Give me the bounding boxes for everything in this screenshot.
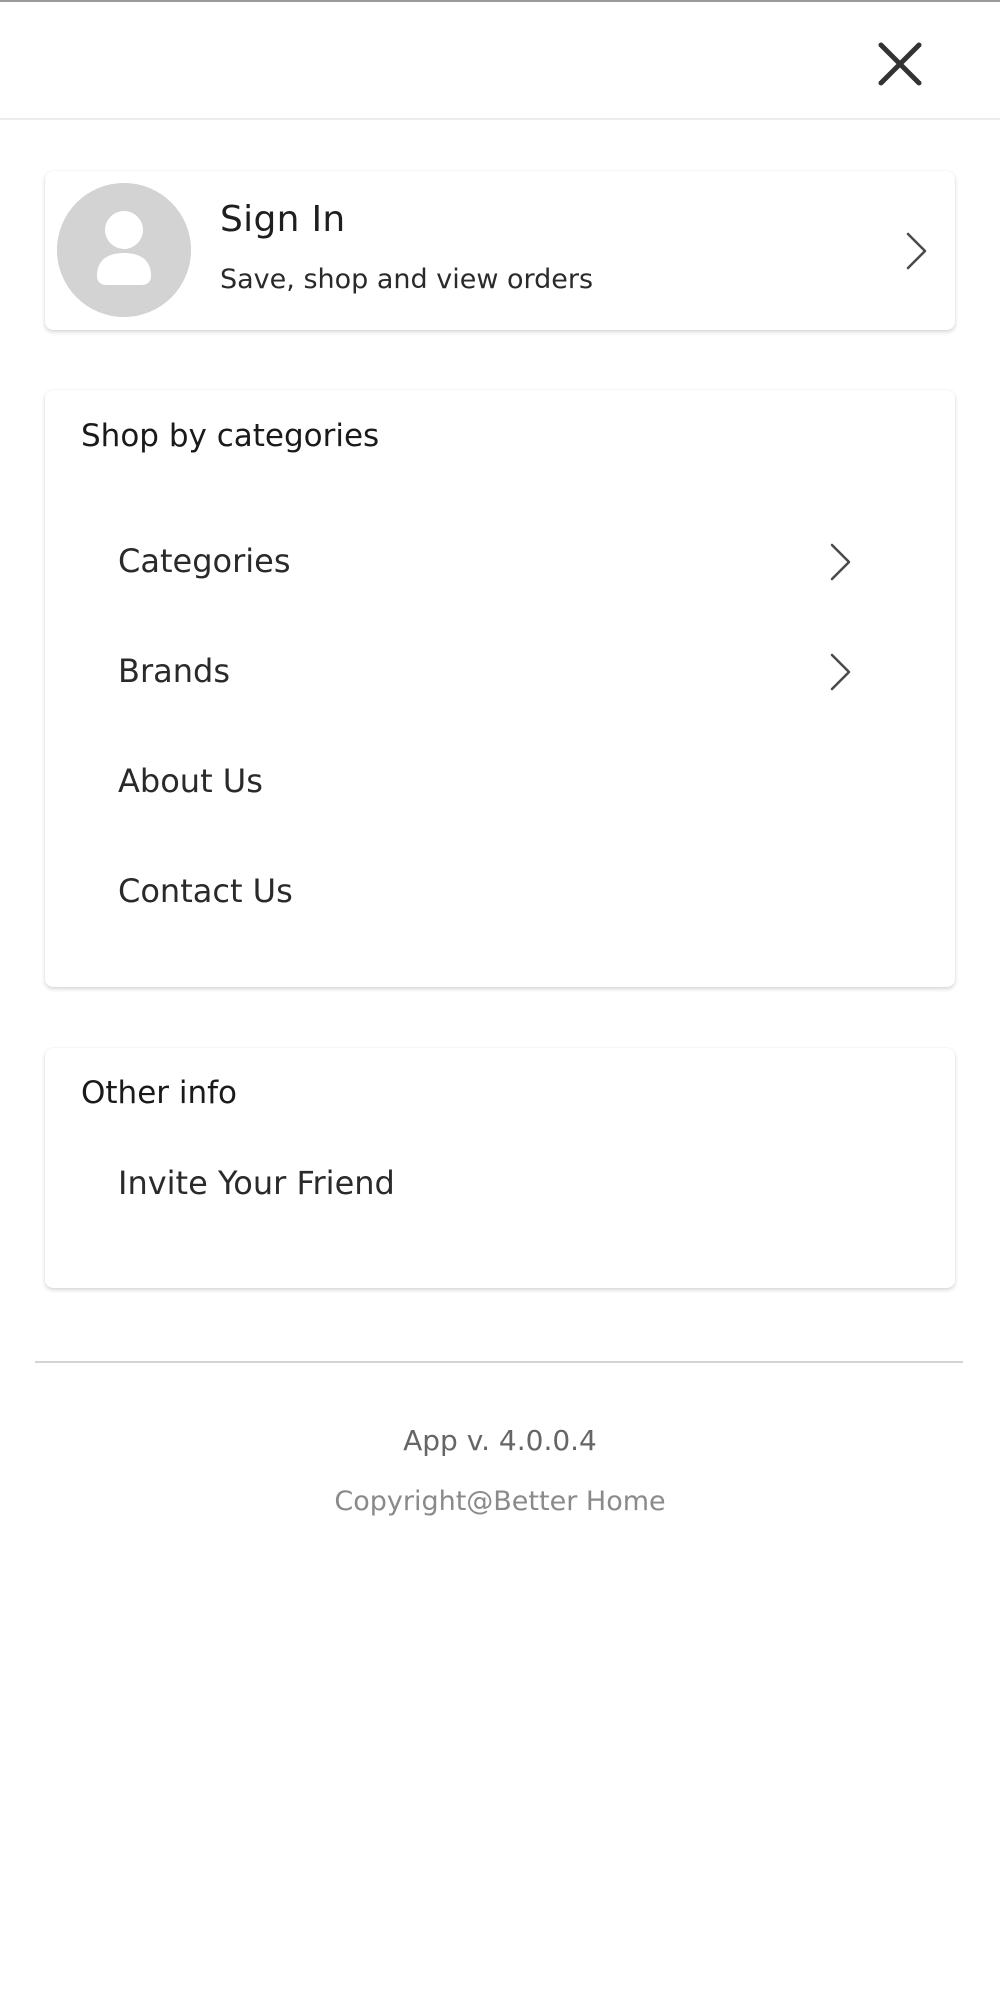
other-info-card: Other info Invite Your Friend [45,1048,955,1288]
chevron-right-icon [901,229,931,273]
user-avatar-icon [57,183,191,317]
section-title-other-info: Other info [81,1075,238,1111]
sign-in-card[interactable]: Sign In Save, shop and view orders [45,171,955,330]
drawer-header [0,2,1000,120]
footer-divider [35,1361,963,1363]
menu-item-invite-your-friend[interactable]: Invite Your Friend [45,1144,955,1224]
menu-item-label: Invite Your Friend [118,1164,395,1202]
close-icon [878,42,922,86]
avatar [57,183,191,317]
chevron-right-icon [825,540,855,584]
sign-in-subtitle: Save, shop and view orders [220,264,594,295]
close-button[interactable] [868,32,932,96]
chevron-right-icon [825,650,855,694]
sign-in-title: Sign In [220,199,346,240]
menu-item-contact-us[interactable]: Contact Us [45,852,955,932]
section-title-shop-by-categories: Shop by categories [81,418,380,454]
menu-item-about-us[interactable]: About Us [45,742,955,822]
app-version: App v. 4.0.0.4 [403,1424,597,1457]
shop-by-categories-card: Shop by categories Categories Brands Abo… [45,390,955,987]
copyright-text: Copyright@Better Home [334,1486,666,1517]
menu-item-categories[interactable]: Categories [45,522,955,602]
menu-item-label: Categories [118,542,291,580]
menu-item-label: Contact Us [118,872,293,910]
menu-item-brands[interactable]: Brands [45,632,955,712]
menu-item-label: About Us [118,762,263,800]
menu-item-label: Brands [118,652,230,690]
